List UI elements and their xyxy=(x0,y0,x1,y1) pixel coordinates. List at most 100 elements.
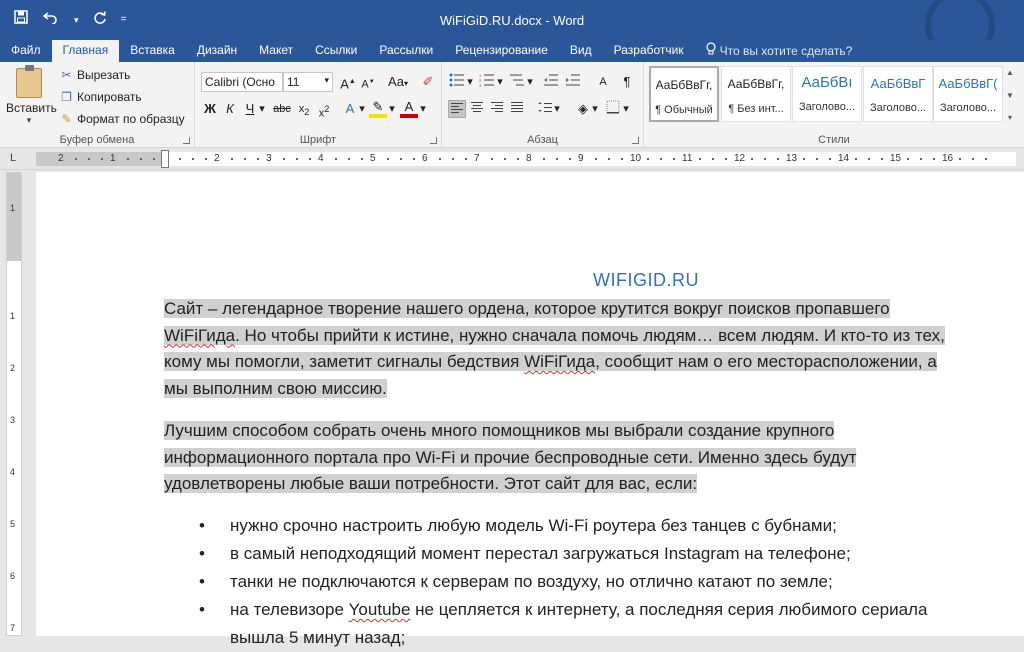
misspelled-word[interactable]: WiFiГида xyxy=(524,352,595,371)
format-painter-button[interactable]: ✎ Формат по образцу xyxy=(60,112,184,126)
list-item[interactable]: нужно срочно настроить любую модель Wi-F… xyxy=(164,512,1024,540)
paragraph-2[interactable]: Лучшим способом собрать очень много помо… xyxy=(164,418,1012,498)
ruler-dot xyxy=(725,158,727,160)
tab-design[interactable]: Дизайн xyxy=(186,40,248,62)
text-line[interactable]: мы выполним свою миссию. xyxy=(164,378,387,398)
decrease-indent-icon[interactable] xyxy=(542,73,560,91)
line-spacing-dropdown-icon[interactable]: ▾ xyxy=(553,100,561,118)
tab-developer[interactable]: Разработчик xyxy=(603,40,695,62)
tab-references[interactable]: Ссылки xyxy=(304,40,368,62)
show-formatting-icon[interactable]: ¶ xyxy=(618,73,636,91)
chevron-down-icon[interactable]: ▾ xyxy=(6,115,52,126)
numbering-dropdown-icon[interactable]: ▾ xyxy=(496,73,504,91)
styles-group: АаБбВвГг, ¶ Обычный АаБбВвГг, ¶ Без инт.… xyxy=(644,62,1024,148)
tab-mailings[interactable]: Рассылки xyxy=(368,40,444,62)
text-line[interactable]: Сайт – легендарное творение нашего орден… xyxy=(164,299,890,318)
bullet-list[interactable]: нужно срочно настроить любую модель Wi-F… xyxy=(164,512,1024,652)
change-case-button[interactable]: Aa▾ xyxy=(385,73,411,91)
font-size-select[interactable]: 11 ▾ xyxy=(283,72,333,92)
paragraph-group-label: Абзац xyxy=(527,134,558,146)
lightbulb-icon xyxy=(706,41,716,61)
font-color-icon[interactable]: A xyxy=(400,100,418,118)
copy-button[interactable]: ❐ Копировать xyxy=(60,90,142,104)
list-item[interactable]: на телевизоре Youtube не цепляется к инт… xyxy=(164,596,1024,624)
text-span[interactable]: , сообщит нам о его месторасположении, а xyxy=(595,352,937,371)
text-line[interactable]: Лучшим способом собрать очень много помо… xyxy=(164,421,835,440)
font-family-select[interactable]: Calibri (Осно xyxy=(201,72,283,92)
numbering-icon[interactable]: 123 xyxy=(478,73,496,91)
text-span[interactable]: . Но чтобы прийти к истине, нужно сначал… xyxy=(235,326,945,345)
chevron-up-icon[interactable]: ▲ xyxy=(1006,68,1014,77)
tab-selector[interactable]: L xyxy=(10,152,16,164)
grow-font-button[interactable]: A▲ xyxy=(339,73,357,91)
text-effects-dropdown-icon[interactable]: ▾ xyxy=(358,100,366,118)
tab-home[interactable]: Главная xyxy=(51,40,120,62)
font-dialog-launcher[interactable] xyxy=(430,137,437,144)
borders-icon[interactable] xyxy=(604,100,622,118)
styles-gallery-scroll[interactable]: ▲ ▼ ▾ xyxy=(1003,68,1017,122)
style-normal[interactable]: АаБбВвГг, ¶ Обычный xyxy=(649,66,719,122)
ruler-dot xyxy=(452,158,454,160)
tab-review[interactable]: Рецензирование xyxy=(444,40,559,62)
paste-button[interactable]: Вставить ▾ xyxy=(6,65,57,130)
clipboard-dialog-launcher[interactable] xyxy=(183,137,190,144)
shading-dropdown-icon[interactable]: ▾ xyxy=(591,100,599,118)
align-right-icon[interactable] xyxy=(488,100,506,118)
underline-dropdown-icon[interactable]: ▾ xyxy=(257,100,267,118)
shading-icon[interactable]: ◈ xyxy=(574,100,592,118)
text-span[interactable]: на телевизоре xyxy=(230,600,349,619)
paragraph-1[interactable]: Сайт – легендарное творение нашего орден… xyxy=(164,296,1012,402)
tab-insert[interactable]: Вставка xyxy=(119,40,186,62)
cut-button[interactable]: ✂ Вырезать xyxy=(60,68,130,82)
multilevel-dropdown-icon[interactable]: ▾ xyxy=(526,73,534,91)
text-effects-icon[interactable]: A xyxy=(341,100,359,118)
style-no-spacing[interactable]: АаБбВвГг, ¶ Без инт... xyxy=(721,66,791,122)
horizontal-ruler[interactable]: L 2112345678910111213141516 xyxy=(0,148,1024,170)
list-item-continuation[interactable]: вышла 5 минут назад; xyxy=(164,624,1024,652)
tab-view[interactable]: Вид xyxy=(559,40,603,62)
document-page[interactable]: WIFIGID.RU Сайт – легендарное творение н… xyxy=(36,172,1024,647)
text-line[interactable]: WiFiГида. Но чтобы прийти к истине, нужн… xyxy=(164,325,945,345)
superscript-button[interactable]: x2 xyxy=(315,100,333,120)
align-left-icon[interactable] xyxy=(448,100,466,118)
highlight-dropdown-icon[interactable]: ▾ xyxy=(388,100,396,118)
multilevel-list-icon[interactable] xyxy=(508,73,526,91)
style-heading-2[interactable]: АаБбВвГ Заголово... xyxy=(863,66,933,122)
highlight-color-icon[interactable]: ✎ xyxy=(369,100,387,118)
list-item[interactable]: танки не подключаются к серверам по возд… xyxy=(164,568,1024,596)
misspelled-word[interactable]: Youtube xyxy=(349,600,411,619)
borders-dropdown-icon[interactable]: ▾ xyxy=(622,100,630,118)
font-color-dropdown-icon[interactable]: ▾ xyxy=(419,100,427,118)
increase-indent-icon[interactable] xyxy=(564,73,582,91)
document-title[interactable]: WIFIGID.RU xyxy=(36,270,1024,291)
text-line[interactable]: кому мы помогли, заметит сигналы бедстви… xyxy=(164,352,937,371)
shrink-font-button[interactable]: A▼ xyxy=(359,73,377,91)
sort-icon[interactable]: А xyxy=(594,73,612,91)
bold-button[interactable]: Ж xyxy=(201,100,219,118)
tab-layout[interactable]: Макет xyxy=(248,40,304,62)
justify-icon[interactable] xyxy=(508,100,526,118)
more-styles-icon[interactable]: ▾ xyxy=(1008,113,1012,122)
text-line[interactable]: удовлетворены любые ваши потребности. Эт… xyxy=(164,474,698,493)
list-item[interactable]: в самый неподходящий момент перестал заг… xyxy=(164,540,1024,568)
clipboard-icon xyxy=(16,65,42,98)
align-center-icon[interactable] xyxy=(468,100,486,118)
chevron-down-icon[interactable]: ▼ xyxy=(1006,91,1014,100)
indent-marker[interactable] xyxy=(161,150,169,168)
text-span[interactable]: кому мы помогли, заметит сигналы бедстви… xyxy=(164,352,524,371)
clear-formatting-icon[interactable]: ✐ xyxy=(419,73,437,91)
style-heading-3[interactable]: АаБбВвГ( Заголово... xyxy=(933,66,1003,122)
strikethrough-button[interactable]: abc xyxy=(271,100,293,118)
text-span[interactable]: не цепляется к интернету, а последняя се… xyxy=(410,600,927,619)
bullets-icon[interactable] xyxy=(448,73,466,91)
italic-button[interactable]: К xyxy=(221,100,239,118)
subscript-button[interactable]: x2 xyxy=(295,100,313,118)
misspelled-word[interactable]: WiFiГида xyxy=(164,326,235,345)
bullets-dropdown-icon[interactable]: ▾ xyxy=(466,73,474,91)
line-spacing-icon[interactable] xyxy=(536,100,554,118)
paragraph-dialog-launcher[interactable] xyxy=(632,137,639,144)
tab-file[interactable]: Файл xyxy=(0,40,52,62)
tell-me-box[interactable]: Что вы хотите сделать? xyxy=(695,40,864,62)
style-heading-1[interactable]: АаБбВı Заголово... xyxy=(792,66,862,122)
text-line[interactable]: информационного портала про Wi-Fi и проч… xyxy=(164,447,857,467)
